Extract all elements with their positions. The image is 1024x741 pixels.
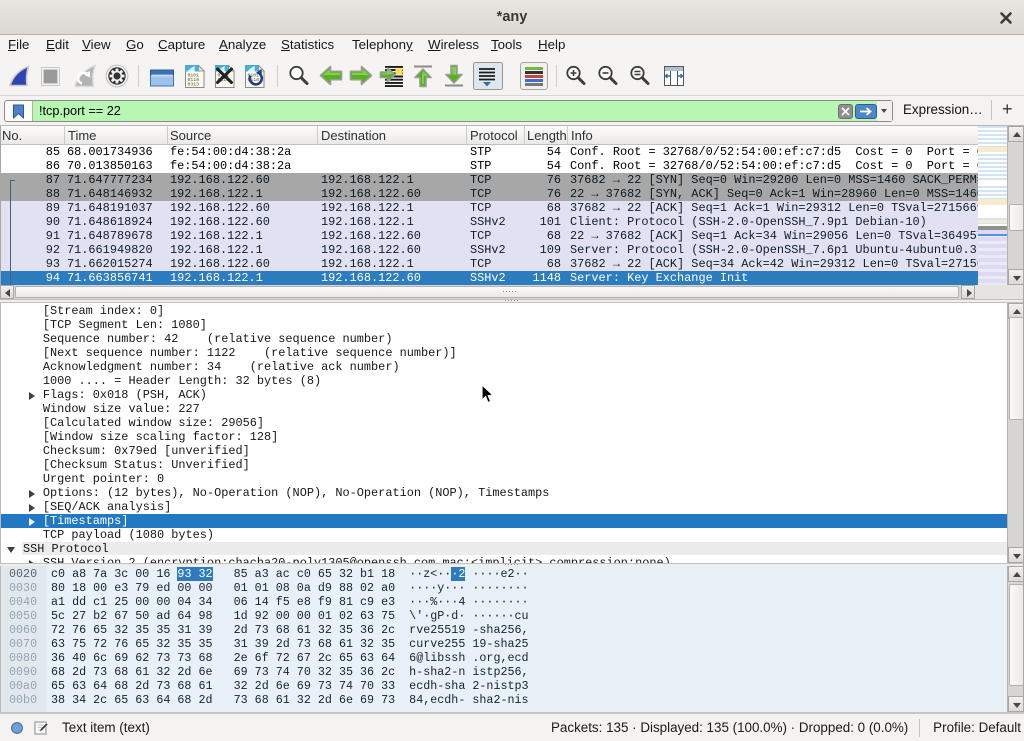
- svg-text:0313: 0313: [188, 82, 200, 88]
